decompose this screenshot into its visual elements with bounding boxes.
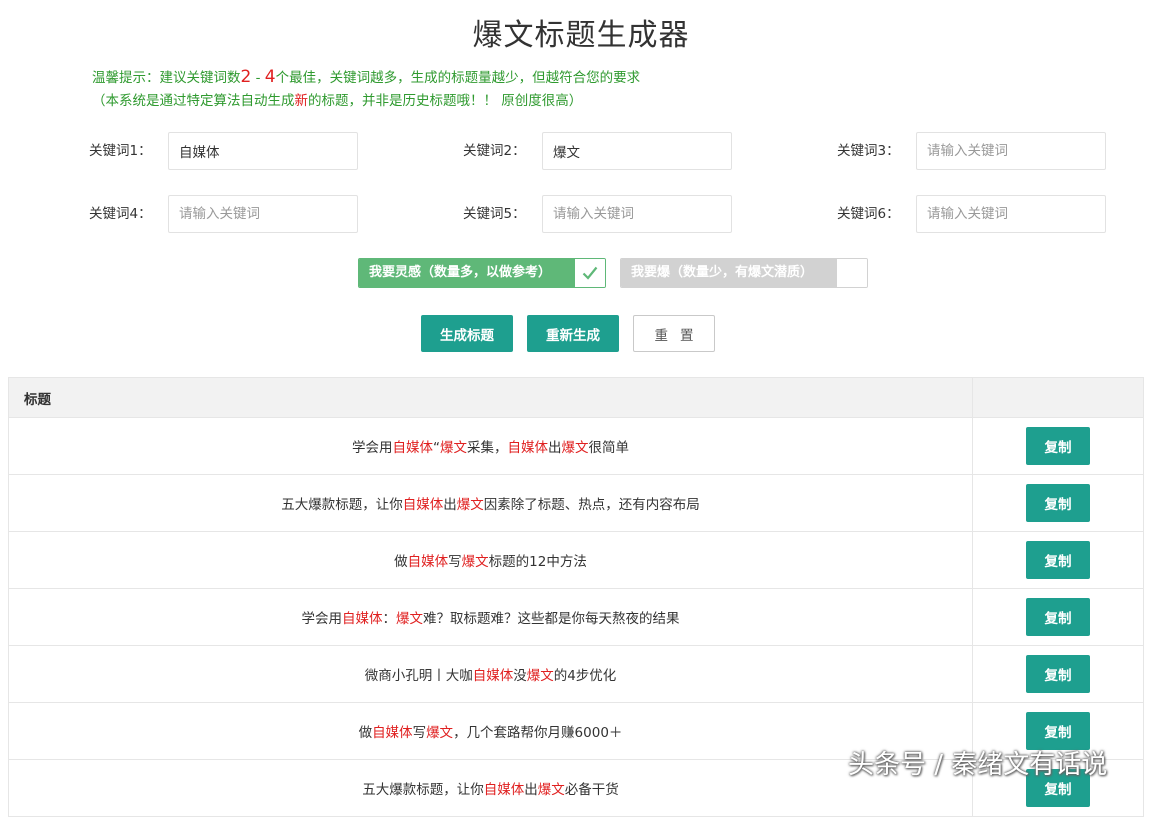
keyword-2-input[interactable]: [542, 132, 732, 170]
title-text: 出: [524, 782, 538, 798]
copy-button[interactable]: 复制: [1026, 427, 1090, 465]
keyword-highlight: 自媒体: [392, 440, 434, 456]
tip-line-2-suffix: 的标题，并非是历史标题哦！！ 原创度很高）: [308, 93, 583, 109]
generated-title: 学会用自媒体“爆文采集，自媒体出爆文很简单: [8, 417, 973, 475]
table-row: 五大爆款标题，让你自媒体出爆文因素除了标题、热点，还有内容布局 复制: [8, 474, 1144, 532]
generate-button[interactable]: 生成标题: [421, 315, 513, 352]
keyword-highlight: 自媒体: [372, 725, 413, 741]
title-text: 出: [443, 497, 457, 513]
copy-button[interactable]: 复制: [1026, 655, 1090, 693]
title-text: 五大爆款标题，让你: [362, 782, 484, 798]
regenerate-button[interactable]: 重新生成: [527, 315, 619, 352]
title-text: “: [433, 440, 440, 456]
watermark: 头条号 / 秦绪文有话说: [848, 750, 1108, 780]
keyword-4-input[interactable]: [168, 195, 358, 233]
tip-range-dash: -: [251, 70, 265, 86]
keyword-highlight: 自媒体: [402, 497, 444, 513]
column-header-title: 标题: [8, 377, 973, 418]
generated-title: 学会用自媒体：爆文难？取标题难？这些都是你每天熬夜的结果: [8, 588, 973, 646]
keyword-4-label: 关键词4：: [89, 206, 152, 222]
copy-button[interactable]: 复制: [1026, 598, 1090, 636]
table-row: 学会用自媒体“爆文采集，自媒体出爆文很简单 复制: [8, 417, 1144, 475]
mode-inspiration-checkbox[interactable]: 我要灵感（数量多，以做参考）: [358, 258, 606, 288]
action-cell: 复制: [972, 417, 1144, 475]
action-cell: 复制: [972, 531, 1144, 589]
title-text: ，几个套路帮你月赚6000＋: [453, 725, 623, 741]
keyword-5-label: 关键词5：: [463, 206, 526, 222]
tips: 温馨提示：建议关键词数2 - 4个最佳，关键词越多，生成的标题量越少，但越符合您…: [92, 66, 640, 113]
table-row: 微商小孔明丨大咖自媒体没爆文的4步优化 复制: [8, 645, 1144, 703]
title-text: 标题的12中方法: [488, 554, 587, 570]
keyword-2-label: 关键词2：: [463, 143, 526, 159]
keyword-highlight: 爆文: [426, 725, 454, 741]
keyword-5-input[interactable]: [542, 195, 732, 233]
tip-line-1-prefix: 温馨提示：建议关键词数: [92, 70, 241, 86]
title-text: 写: [448, 554, 462, 570]
action-cell: 复制: [972, 474, 1144, 532]
title-text: ：: [382, 611, 397, 627]
table-row: 做自媒体写爆文标题的12中方法 复制: [8, 531, 1144, 589]
tip-line-2-prefix: （本系统是通过特定算法自动生成: [92, 93, 295, 109]
keyword-highlight: 爆文: [456, 497, 484, 513]
title-text: 写: [412, 725, 427, 741]
keyword-3-input[interactable]: [916, 132, 1106, 170]
copy-button[interactable]: 复制: [1026, 541, 1090, 579]
keyword-highlight: 爆文: [396, 611, 423, 627]
title-text: 难？取标题难？这些都是你每天熬夜的结果: [423, 611, 680, 627]
tip-line-1-suffix: 个最佳，关键词越多，生成的标题量越少，但越符合您的要求: [275, 70, 641, 86]
tip-range-to: 4: [264, 67, 276, 87]
page-title: 爆文标题生成器: [472, 18, 690, 53]
generated-title: 五大爆款标题，让你自媒体出爆文因素除了标题、热点，还有内容布局: [8, 474, 973, 532]
title-text: 采集，: [467, 440, 508, 456]
title-text: 出: [548, 440, 562, 456]
mode-viral-check-box: [836, 259, 867, 287]
table-header-row: 标题: [8, 377, 1144, 418]
mode-viral-checkbox[interactable]: 我要爆（数量少，有爆文潜质）: [620, 258, 868, 288]
title-text: 学会用: [301, 611, 343, 627]
keyword-highlight: 爆文: [537, 782, 565, 798]
title-text: 做: [358, 725, 373, 741]
reset-button[interactable]: 重置: [633, 315, 715, 352]
keyword-highlight: 爆文: [461, 554, 489, 570]
keyword-3-label: 关键词3：: [837, 143, 900, 159]
action-cell: 复制: [972, 588, 1144, 646]
generated-title: 做自媒体写爆文标题的12中方法: [8, 531, 973, 589]
keyword-6-label: 关键词6：: [837, 206, 900, 222]
title-text: 微商小孔明丨大咖: [364, 668, 473, 684]
title-text: 五大爆款标题，让你: [281, 497, 403, 513]
mode-inspiration-label: 我要灵感（数量多，以做参考）: [359, 259, 574, 287]
column-header-action: [972, 377, 1144, 418]
title-text: 必备干货: [564, 782, 619, 798]
title-text: 因素除了标题、热点，还有内容布局: [483, 497, 700, 513]
keyword-highlight: 自媒体: [472, 668, 514, 684]
keyword-1-input[interactable]: [168, 132, 358, 170]
generated-title: 做自媒体写爆文，几个套路帮你月赚6000＋: [8, 702, 973, 760]
tip-range-from: 2: [240, 67, 252, 87]
tip-line-1: 温馨提示：建议关键词数2 - 4个最佳，关键词越多，生成的标题量越少，但越符合您…: [92, 66, 640, 90]
table-row: 学会用自媒体：爆文难？取标题难？这些都是你每天熬夜的结果 复制: [8, 588, 1144, 646]
keyword-highlight: 自媒体: [342, 611, 383, 627]
generated-title: 微商小孔明丨大咖自媒体没爆文的4步优化: [8, 645, 973, 703]
keyword-6-input[interactable]: [916, 195, 1106, 233]
keyword-highlight: 自媒体: [483, 782, 525, 798]
title-text: 学会用: [352, 440, 393, 456]
tip-line-2: （本系统是通过特定算法自动生成新的标题，并非是历史标题哦！！ 原创度很高）: [92, 90, 640, 113]
keyword-highlight: 自媒体: [407, 554, 449, 570]
mode-viral-label: 我要爆（数量少，有爆文潜质）: [621, 259, 836, 287]
keyword-1-label: 关键词1：: [89, 143, 152, 159]
title-text: 的4步优化: [553, 668, 617, 684]
generated-title: 五大爆款标题，让你自媒体出爆文必备干货: [8, 759, 973, 817]
title-text: 没: [513, 668, 527, 684]
title-text: 很简单: [588, 440, 630, 456]
tip-line-2-highlight: 新: [294, 93, 309, 109]
action-cell: 复制: [972, 645, 1144, 703]
title-text: 做: [394, 554, 408, 570]
mode-inspiration-check-icon: [574, 259, 605, 287]
keyword-highlight: 爆文: [440, 440, 467, 456]
keyword-highlight: 自媒体: [507, 440, 549, 456]
keyword-highlight: 爆文: [561, 440, 589, 456]
copy-button[interactable]: 复制: [1026, 484, 1090, 522]
keyword-highlight: 爆文: [526, 668, 554, 684]
